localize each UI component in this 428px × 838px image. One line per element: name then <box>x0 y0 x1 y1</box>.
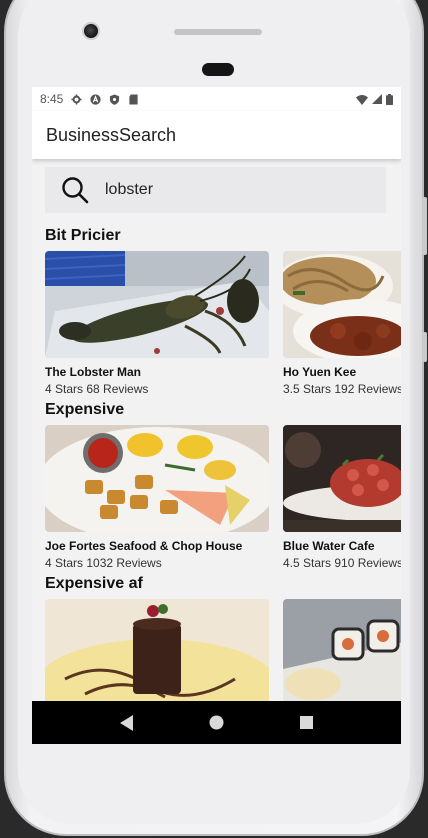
search-bar[interactable] <box>45 167 386 213</box>
business-photo[interactable] <box>283 425 401 532</box>
device-screen: 8:45 BusinessSearch lobster Bit Pricier … <box>32 87 401 744</box>
status-time: 8:45 <box>40 92 64 106</box>
business-photo[interactable] <box>45 599 269 706</box>
recents-button[interactable] <box>297 714 315 732</box>
section-title-expensive-af: Expensive af <box>45 575 143 592</box>
proximity-sensor <box>202 63 234 76</box>
home-icon <box>209 715 224 730</box>
business-card[interactable] <box>283 599 401 706</box>
home-button[interactable] <box>207 714 225 732</box>
business-card[interactable] <box>45 599 269 706</box>
status-right-group <box>356 93 393 105</box>
a-icon <box>90 93 101 105</box>
business-photo[interactable] <box>283 599 401 706</box>
front-camera <box>82 22 100 40</box>
app-title: BusinessSearch <box>46 124 177 145</box>
business-card[interactable]: The Lobster Man 4 Stars 68 Reviews <box>45 251 269 396</box>
business-row-expensive[interactable]: Joe Fortes Seafood & Chop House 4 Stars … <box>45 425 401 575</box>
business-photo[interactable] <box>283 251 401 358</box>
business-card[interactable]: Ho Yuen Kee 3.5 Stars 192 Reviews <box>283 251 401 396</box>
business-rating: 3.5 Stars 192 Reviews <box>283 382 401 396</box>
search-input[interactable] <box>105 181 345 199</box>
system-nav-bar <box>32 701 401 744</box>
shield-icon <box>110 93 120 105</box>
business-rating: 4 Stars 68 Reviews <box>45 382 149 396</box>
wifi-icon <box>356 94 368 105</box>
business-name: Ho Yuen Kee <box>283 365 357 379</box>
power-button <box>422 332 427 362</box>
business-name: Blue Water Cafe <box>283 539 375 553</box>
settings-icon <box>71 93 82 105</box>
back-icon <box>119 714 133 731</box>
business-card[interactable]: Blue Water Cafe 4.5 Stars 910 Reviews <box>283 425 401 570</box>
earpiece-speaker <box>174 29 262 35</box>
recents-icon <box>299 716 313 729</box>
section-title-expensive: Expensive <box>45 401 125 418</box>
business-rating: 4 Stars 1032 Reviews <box>45 556 162 570</box>
signal-icon <box>372 94 382 104</box>
app-bar: BusinessSearch <box>32 111 401 159</box>
business-name: The Lobster Man <box>45 365 142 379</box>
battery-icon <box>386 93 393 105</box>
business-name: Joe Fortes Seafood & Chop House <box>45 539 243 553</box>
business-row-bit-pricier[interactable]: The Lobster Man 4 Stars 68 Reviews Ho Yu… <box>45 251 401 401</box>
status-bar: 8:45 <box>32 87 401 111</box>
back-button[interactable] <box>118 714 136 732</box>
sd-card-icon <box>129 93 138 105</box>
business-card[interactable]: Joe Fortes Seafood & Chop House 4 Stars … <box>45 425 269 570</box>
business-photo[interactable] <box>45 425 269 532</box>
volume-button <box>422 197 427 255</box>
business-photo[interactable] <box>45 251 269 358</box>
business-rating: 4.5 Stars 910 Reviews <box>283 556 401 570</box>
section-title-bit-pricier: Bit Pricier <box>45 227 121 244</box>
search-icon[interactable] <box>61 176 89 204</box>
